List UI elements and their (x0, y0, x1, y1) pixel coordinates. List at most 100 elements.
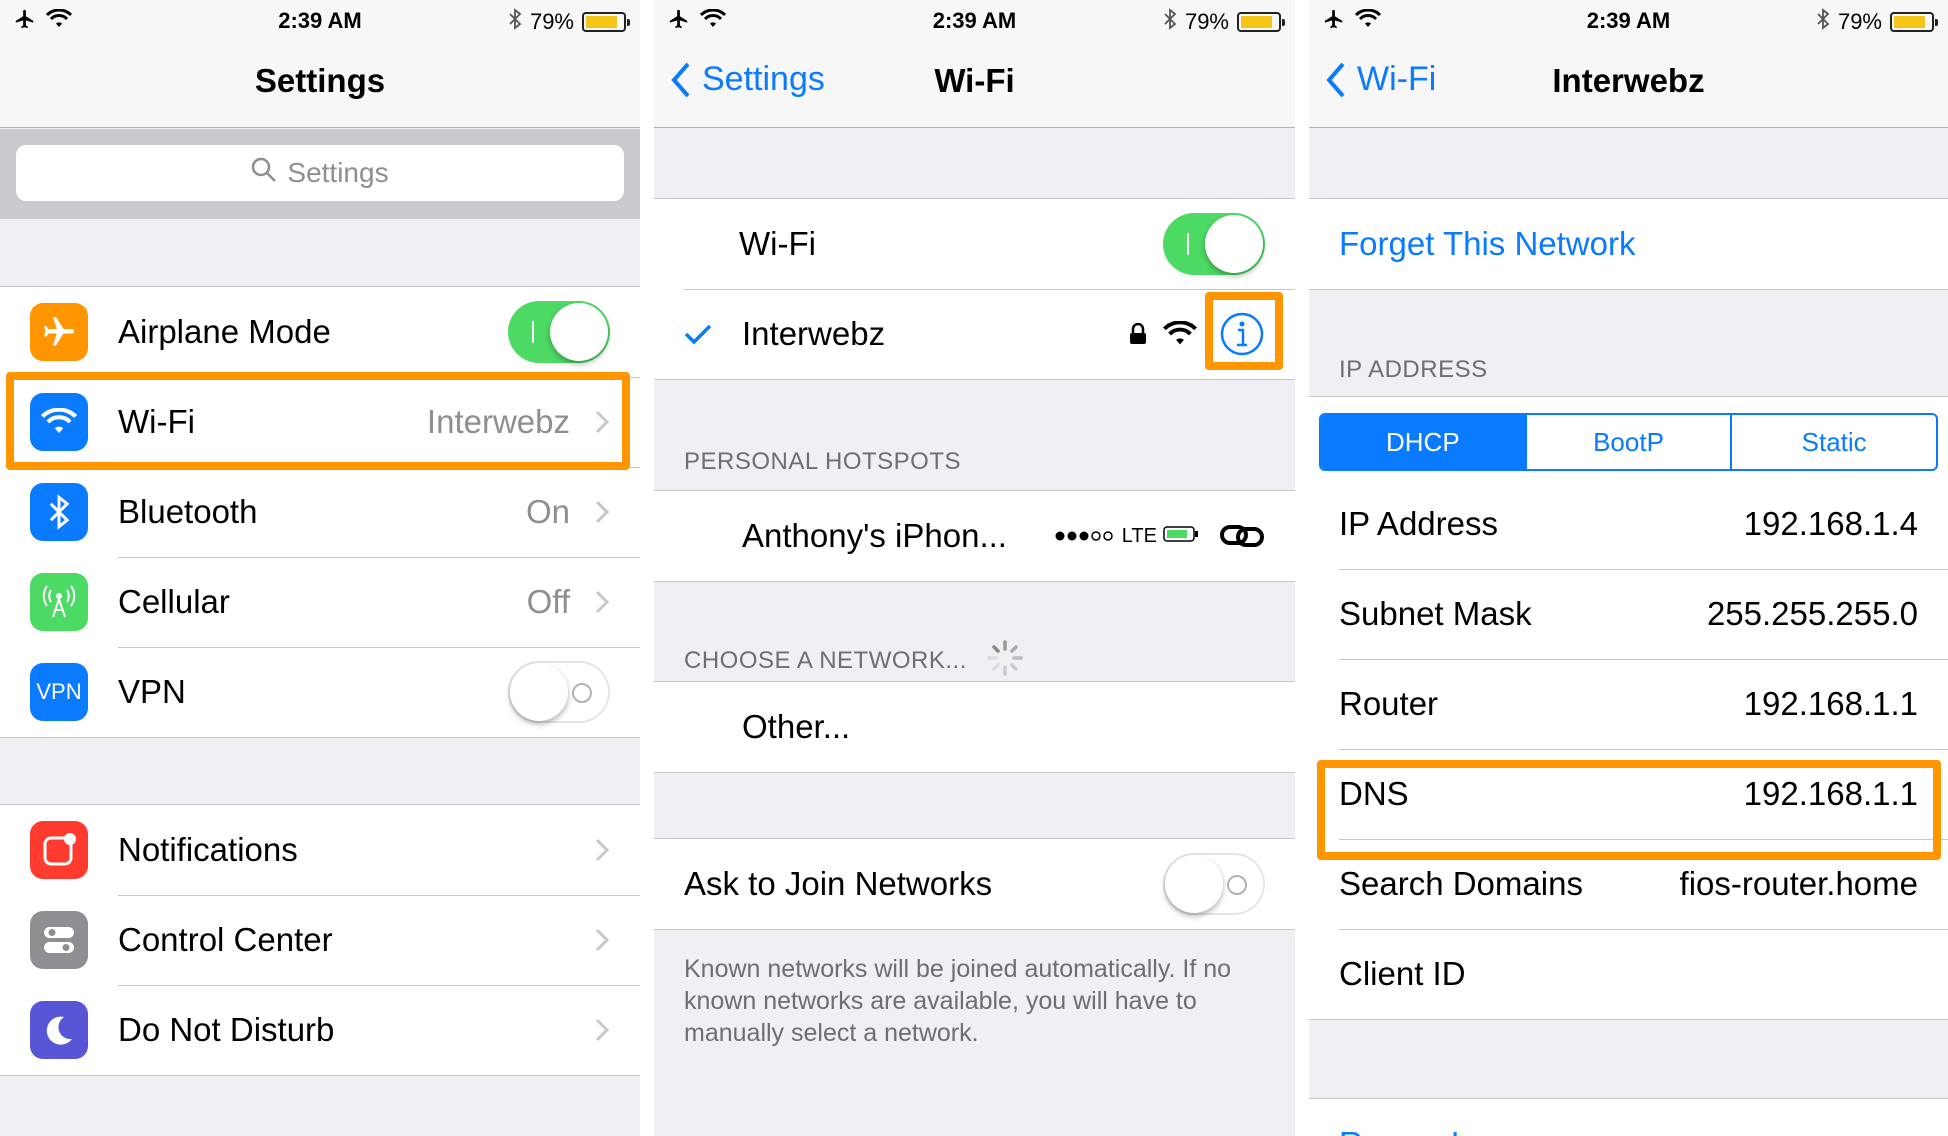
airplane-mode-toggle[interactable] (508, 301, 610, 363)
status-bar: 2:39 AM 79% (1309, 6, 1948, 36)
ip-address-header: IP ADDRESS (1339, 356, 1488, 383)
bluetooth-icon (30, 483, 88, 541)
row-renew-lease[interactable]: Renew Lease (1309, 1099, 1948, 1136)
forget-group: Forget This Network (1309, 198, 1948, 290)
ask-join-toggle[interactable] (1163, 853, 1265, 915)
forget-network-button[interactable]: Forget This Network (1339, 225, 1635, 263)
cellular-value: Off (526, 583, 570, 620)
segment-dhcp[interactable]: DHCP (1321, 415, 1525, 469)
row-do-not-disturb[interactable]: Do Not Disturb (0, 985, 640, 1075)
wifi-label: Wi-Fi (739, 225, 816, 262)
battery-percent: 79% (1837, 9, 1882, 34)
battery-icon (582, 12, 630, 32)
row-notifications[interactable]: Notifications (0, 805, 640, 895)
chevron-right-icon (595, 838, 610, 862)
settings-group-system: Notifications Control Center Do Not Dist… (0, 804, 640, 1076)
wifi-toggle[interactable] (1163, 213, 1265, 275)
spinner-icon (985, 638, 1025, 683)
personal-hotspot-link-icon (1220, 525, 1264, 547)
row-wifi[interactable]: Wi-Fi Interwebz (0, 377, 640, 467)
info-icon[interactable] (1219, 311, 1265, 357)
control-center-label: Control Center (118, 921, 333, 958)
battery-percent: 79% (1184, 9, 1229, 34)
cellular-antenna-icon (30, 573, 88, 631)
airplane-icon (30, 303, 88, 361)
row-vpn: VPN VPN (0, 647, 640, 737)
networks-group: Other... (654, 681, 1295, 773)
row-bluetooth[interactable]: Bluetooth On (0, 467, 640, 557)
client-id-label: Client ID (1339, 955, 1466, 992)
ask-join-footer: Known networks will be joined automatica… (684, 955, 1232, 1047)
row-subnet-mask: Subnet Mask 255.255.255.0 (1309, 569, 1948, 659)
ask-join-label: Ask to Join Networks (684, 865, 993, 902)
subnet-mask-value: 255.255.255.0 (1706, 595, 1918, 632)
battery-icon (1237, 12, 1285, 32)
dns-value[interactable]: 192.168.1.1 (1744, 775, 1918, 813)
status-bar: 2:39 AM 79% (654, 6, 1295, 36)
hotspots-group: Anthony's iPhon... LTE (654, 490, 1295, 582)
ip-address-value: 192.168.1.4 (1743, 505, 1918, 542)
settings-screen: 2:39 AM 79% Settings Settings Airplane M… (0, 0, 640, 1136)
ip-mode-segmented-control: DHCP BootP Static (1319, 413, 1938, 471)
row-client-id[interactable]: Client ID (1309, 929, 1948, 1019)
signal-dots-icon (1054, 525, 1116, 548)
wifi-value: Interwebz (426, 403, 570, 440)
subnet-mask-label: Subnet Mask (1339, 595, 1532, 632)
wifi-group: Wi-Fi Interwebz (654, 198, 1295, 380)
wifi-screen: 2:39 AM 79% Settings Wi-Fi Wi-Fi Interwe… (654, 0, 1295, 1136)
bluetooth-icon (1163, 8, 1177, 36)
network-detail-screen: 2:39 AM 79% Wi-Fi Interwebz Forget This … (1309, 0, 1948, 1136)
row-connected-network[interactable]: Interwebz (654, 289, 1295, 379)
row-other-network[interactable]: Other... (654, 682, 1295, 772)
row-wifi-toggle: Wi-Fi (654, 199, 1295, 289)
row-ask-join: Ask to Join Networks (654, 839, 1295, 929)
moon-icon (30, 1001, 88, 1059)
bluetooth-label: Bluetooth (118, 493, 258, 530)
ask-join-group: Ask to Join Networks (654, 838, 1295, 930)
renew-group: Renew Lease (1309, 1098, 1948, 1136)
chevron-right-icon (595, 928, 610, 952)
ip-group: DHCP BootP Static IP Address 192.168.1.4… (1309, 396, 1948, 1020)
checkmark-icon (684, 324, 712, 345)
chevron-right-icon (595, 410, 610, 434)
row-hotspot[interactable]: Anthony's iPhon... LTE (654, 491, 1295, 581)
wifi-strength-icon (1163, 321, 1197, 345)
row-search-domains[interactable]: Search Domains fios-router.home (1309, 839, 1948, 929)
choose-network-header: CHOOSE A NETWORK... (684, 646, 967, 674)
row-airplane-mode: Airplane Mode (0, 287, 640, 377)
search-area: Settings (0, 129, 640, 219)
vpn-toggle[interactable] (508, 661, 610, 723)
segment-bootp[interactable]: BootP (1524, 415, 1731, 469)
search-domains-value[interactable]: fios-router.home (1680, 865, 1918, 903)
chevron-right-icon (595, 1018, 610, 1042)
bluetooth-icon (508, 8, 522, 36)
row-forget-network[interactable]: Forget This Network (1309, 199, 1948, 289)
search-domains-label: Search Domains (1339, 865, 1583, 902)
do-not-disturb-label: Do Not Disturb (118, 1011, 335, 1048)
row-control-center[interactable]: Control Center (0, 895, 640, 985)
ip-address-label: IP Address (1339, 505, 1498, 542)
hotspot-battery-icon (1163, 525, 1199, 548)
wifi-label: Wi-Fi (118, 403, 195, 440)
row-dns[interactable]: DNS 192.168.1.1 (1309, 749, 1948, 839)
router-label: Router (1339, 685, 1439, 722)
page-title: Wi-Fi (934, 62, 1015, 99)
airplane-mode-label: Airplane Mode (118, 313, 331, 350)
segment-static[interactable]: Static (1730, 415, 1936, 469)
notifications-icon (30, 821, 88, 879)
search-input[interactable]: Settings (16, 145, 624, 201)
control-center-icon (30, 911, 88, 969)
hotspots-header: PERSONAL HOTSPOTS (684, 448, 961, 475)
router-value: 192.168.1.1 (1743, 685, 1918, 722)
choose-header-wrap: CHOOSE A NETWORK... (684, 638, 1025, 683)
hotspot-name: Anthony's iPhon... (742, 517, 1007, 554)
search-placeholder: Settings (287, 157, 389, 188)
row-cellular[interactable]: Cellular Off (0, 557, 640, 647)
renew-lease-button[interactable]: Renew Lease (1339, 1125, 1541, 1136)
search-icon (251, 157, 277, 190)
bluetooth-value: On (525, 493, 570, 530)
hotspot-network-type: LTE (1121, 524, 1157, 547)
chevron-right-icon (595, 590, 610, 614)
bluetooth-icon (1816, 8, 1830, 36)
network-name: Interwebz (742, 315, 886, 352)
